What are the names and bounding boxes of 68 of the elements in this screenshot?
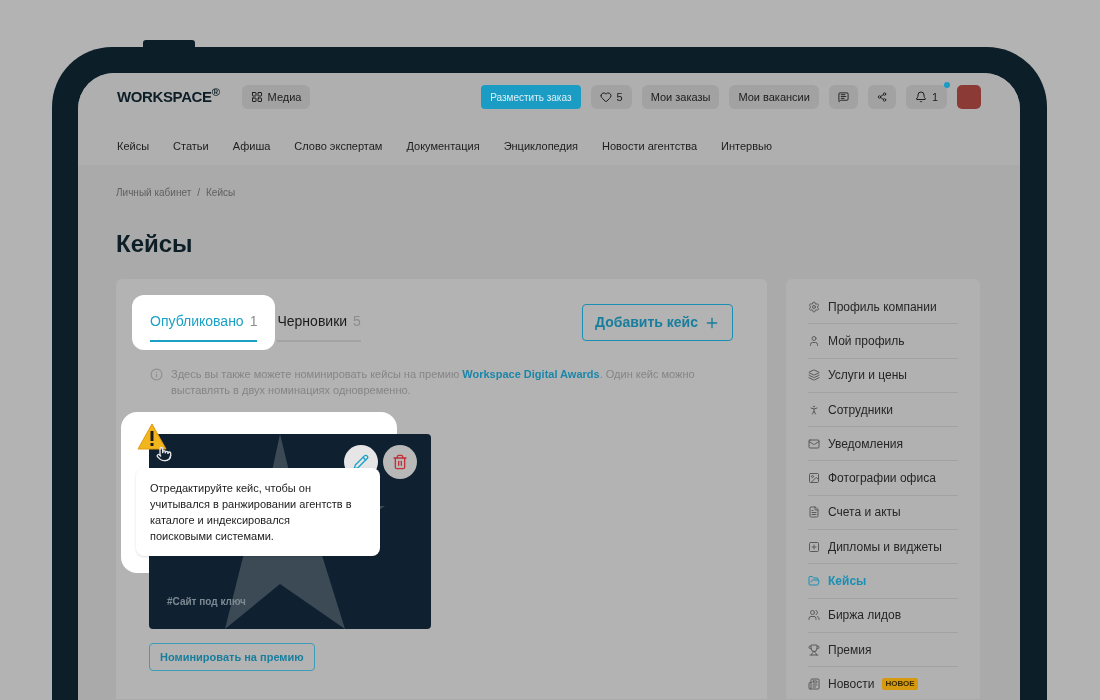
sidebar-label: Новости	[828, 675, 875, 693]
breadcrumb-current: Кейсы	[206, 186, 236, 200]
case-tag: #Сайт под ключ	[167, 594, 246, 609]
sidebar-label: Биржа лидов	[828, 607, 902, 625]
chat-icon	[837, 91, 849, 103]
favorites-button[interactable]: 5	[590, 85, 632, 109]
person-icon	[808, 334, 820, 347]
sidebar-item[interactable]: Сотрудники	[808, 392, 958, 428]
sidebar-label: Счета и акты	[828, 504, 901, 522]
newspaper-icon	[808, 677, 820, 690]
heart-icon	[599, 91, 612, 103]
sidebar-label: Профиль компании	[828, 298, 937, 316]
dots-icon	[876, 91, 887, 103]
page-title: Кейсы	[116, 230, 194, 258]
header-button[interactable]: Мои вакансии	[729, 85, 819, 109]
sidebar-item[interactable]: Профиль компании	[808, 290, 958, 325]
document-icon	[808, 506, 820, 519]
warning-icon	[137, 423, 167, 450]
sidebar-item[interactable]: Фотографии офиса	[808, 461, 958, 496]
sidebar-label: Кейсы	[828, 573, 867, 590]
info-icon	[150, 368, 163, 381]
grid-icon	[250, 91, 263, 103]
image-icon	[808, 472, 820, 485]
chat-button[interactable]	[828, 85, 858, 109]
notifications-button[interactable]: 1	[905, 85, 947, 109]
bell-icon	[914, 91, 927, 103]
square-plus-icon	[808, 540, 820, 553]
nav-link[interactable]: Афиша	[232, 138, 271, 155]
network-button[interactable]	[867, 85, 896, 109]
nav-link[interactable]: Новости агентства	[602, 138, 698, 155]
sidebar-item[interactable]: Биржа лидов	[808, 598, 958, 633]
folder-icon	[808, 575, 820, 587]
hand-pointer-icon	[156, 446, 172, 462]
avatar[interactable]	[957, 85, 981, 109]
sidebar-item[interactable]: Уведомления	[808, 427, 958, 462]
nav-link[interactable]: Интервью	[721, 138, 772, 155]
sidebar-label: Дипломы и виджеты	[828, 538, 942, 556]
breadcrumb-separator: /	[197, 186, 200, 200]
header-button[interactable]: Мои заказы	[641, 85, 720, 109]
nav-link[interactable]: Энциклопедия	[503, 138, 578, 155]
sidebar-label: Услуги и цены	[828, 367, 907, 385]
nav-link[interactable]: Слово экспертам	[294, 138, 383, 155]
tooltip-text: Отредактируйте кейс, чтобы он учитывался в ранжировании агентств в каталоге и индексировался поисковыми системами.	[150, 481, 353, 544]
nav-link[interactable]: Кейсы	[117, 138, 150, 155]
sidebar-label: Премия	[828, 641, 872, 659]
sidebar-item[interactable]: Мой профиль	[808, 324, 958, 359]
nav-link[interactable]: Документация	[406, 138, 480, 155]
sidebar-label: Фотографии офиса	[828, 470, 936, 488]
nav-link[interactable]: Статьи	[173, 138, 209, 155]
envelope-icon	[808, 437, 820, 450]
layers-icon	[808, 369, 820, 382]
sidebar-label: Уведомления	[828, 435, 904, 453]
media-button[interactable]: Медиа	[241, 85, 311, 109]
sidebar-item[interactable]: Счета и акты	[808, 495, 958, 531]
sidebar-item[interactable]: Дипломы и виджеты	[808, 530, 958, 565]
gear-icon	[808, 300, 820, 313]
sidebar-label: Мой профиль	[828, 332, 905, 350]
logo[interactable]: WORKSPACE$^{®}$	[117, 85, 220, 109]
trophy-icon	[808, 643, 820, 656]
sidebar-item[interactable]: Новости НОВОЕ	[808, 667, 958, 700]
sidebar-item[interactable]: Премия	[808, 632, 958, 668]
sidebar-item[interactable]: Услуги и цены	[808, 358, 958, 393]
people-icon	[808, 609, 820, 622]
sidebar-label: Сотрудники	[828, 401, 893, 419]
trash-icon	[392, 454, 408, 470]
standing-person-icon	[808, 403, 820, 416]
new-badge: НОВОЕ	[882, 677, 918, 690]
pencil-icon	[353, 454, 369, 470]
